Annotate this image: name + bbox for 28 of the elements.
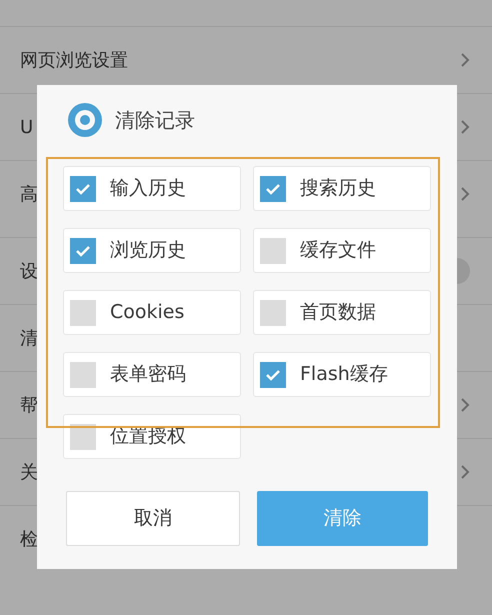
option-checkbox[interactable]: 缓存文件 bbox=[253, 228, 431, 273]
chevron-right-icon bbox=[460, 52, 470, 68]
gear-icon bbox=[67, 102, 103, 138]
checkmark-icon bbox=[265, 368, 281, 380]
setting-label[interactable]: 网页浏览设置 bbox=[20, 46, 128, 74]
checkmark-icon bbox=[265, 182, 281, 194]
option-checkbox[interactable]: Flash缓存 bbox=[253, 352, 431, 397]
setting-label[interactable]: 检 bbox=[20, 526, 38, 552]
setting-label[interactable]: 设 bbox=[20, 258, 38, 284]
setting-label[interactable]: 帮 bbox=[20, 392, 38, 418]
chevron-right-icon bbox=[460, 464, 470, 480]
setting-label[interactable]: 高 bbox=[20, 180, 38, 208]
dialog-title: 清除记录 bbox=[115, 107, 195, 134]
setting-label[interactable]: 清 bbox=[20, 324, 38, 352]
checkmark-icon bbox=[75, 182, 91, 194]
chevron-right-icon bbox=[460, 186, 470, 202]
chevron-right-icon bbox=[460, 119, 470, 135]
option-checkbox[interactable]: 表单密码 bbox=[63, 352, 241, 397]
setting-label[interactable]: 关 bbox=[20, 458, 38, 486]
option-checkbox[interactable]: Cookies bbox=[63, 290, 241, 335]
option-checkbox[interactable]: 浏览历史 bbox=[63, 228, 241, 273]
checkmark-icon bbox=[75, 244, 91, 256]
option-checkbox[interactable]: 首页数据 bbox=[253, 290, 431, 335]
option-checkbox[interactable]: 搜索历史 bbox=[253, 166, 431, 211]
option-checkbox[interactable]: 输入历史 bbox=[63, 166, 241, 211]
setting-label[interactable]: U bbox=[20, 114, 34, 140]
cancel-button[interactable]: 取消 bbox=[66, 491, 240, 546]
chevron-right-icon bbox=[460, 397, 470, 413]
